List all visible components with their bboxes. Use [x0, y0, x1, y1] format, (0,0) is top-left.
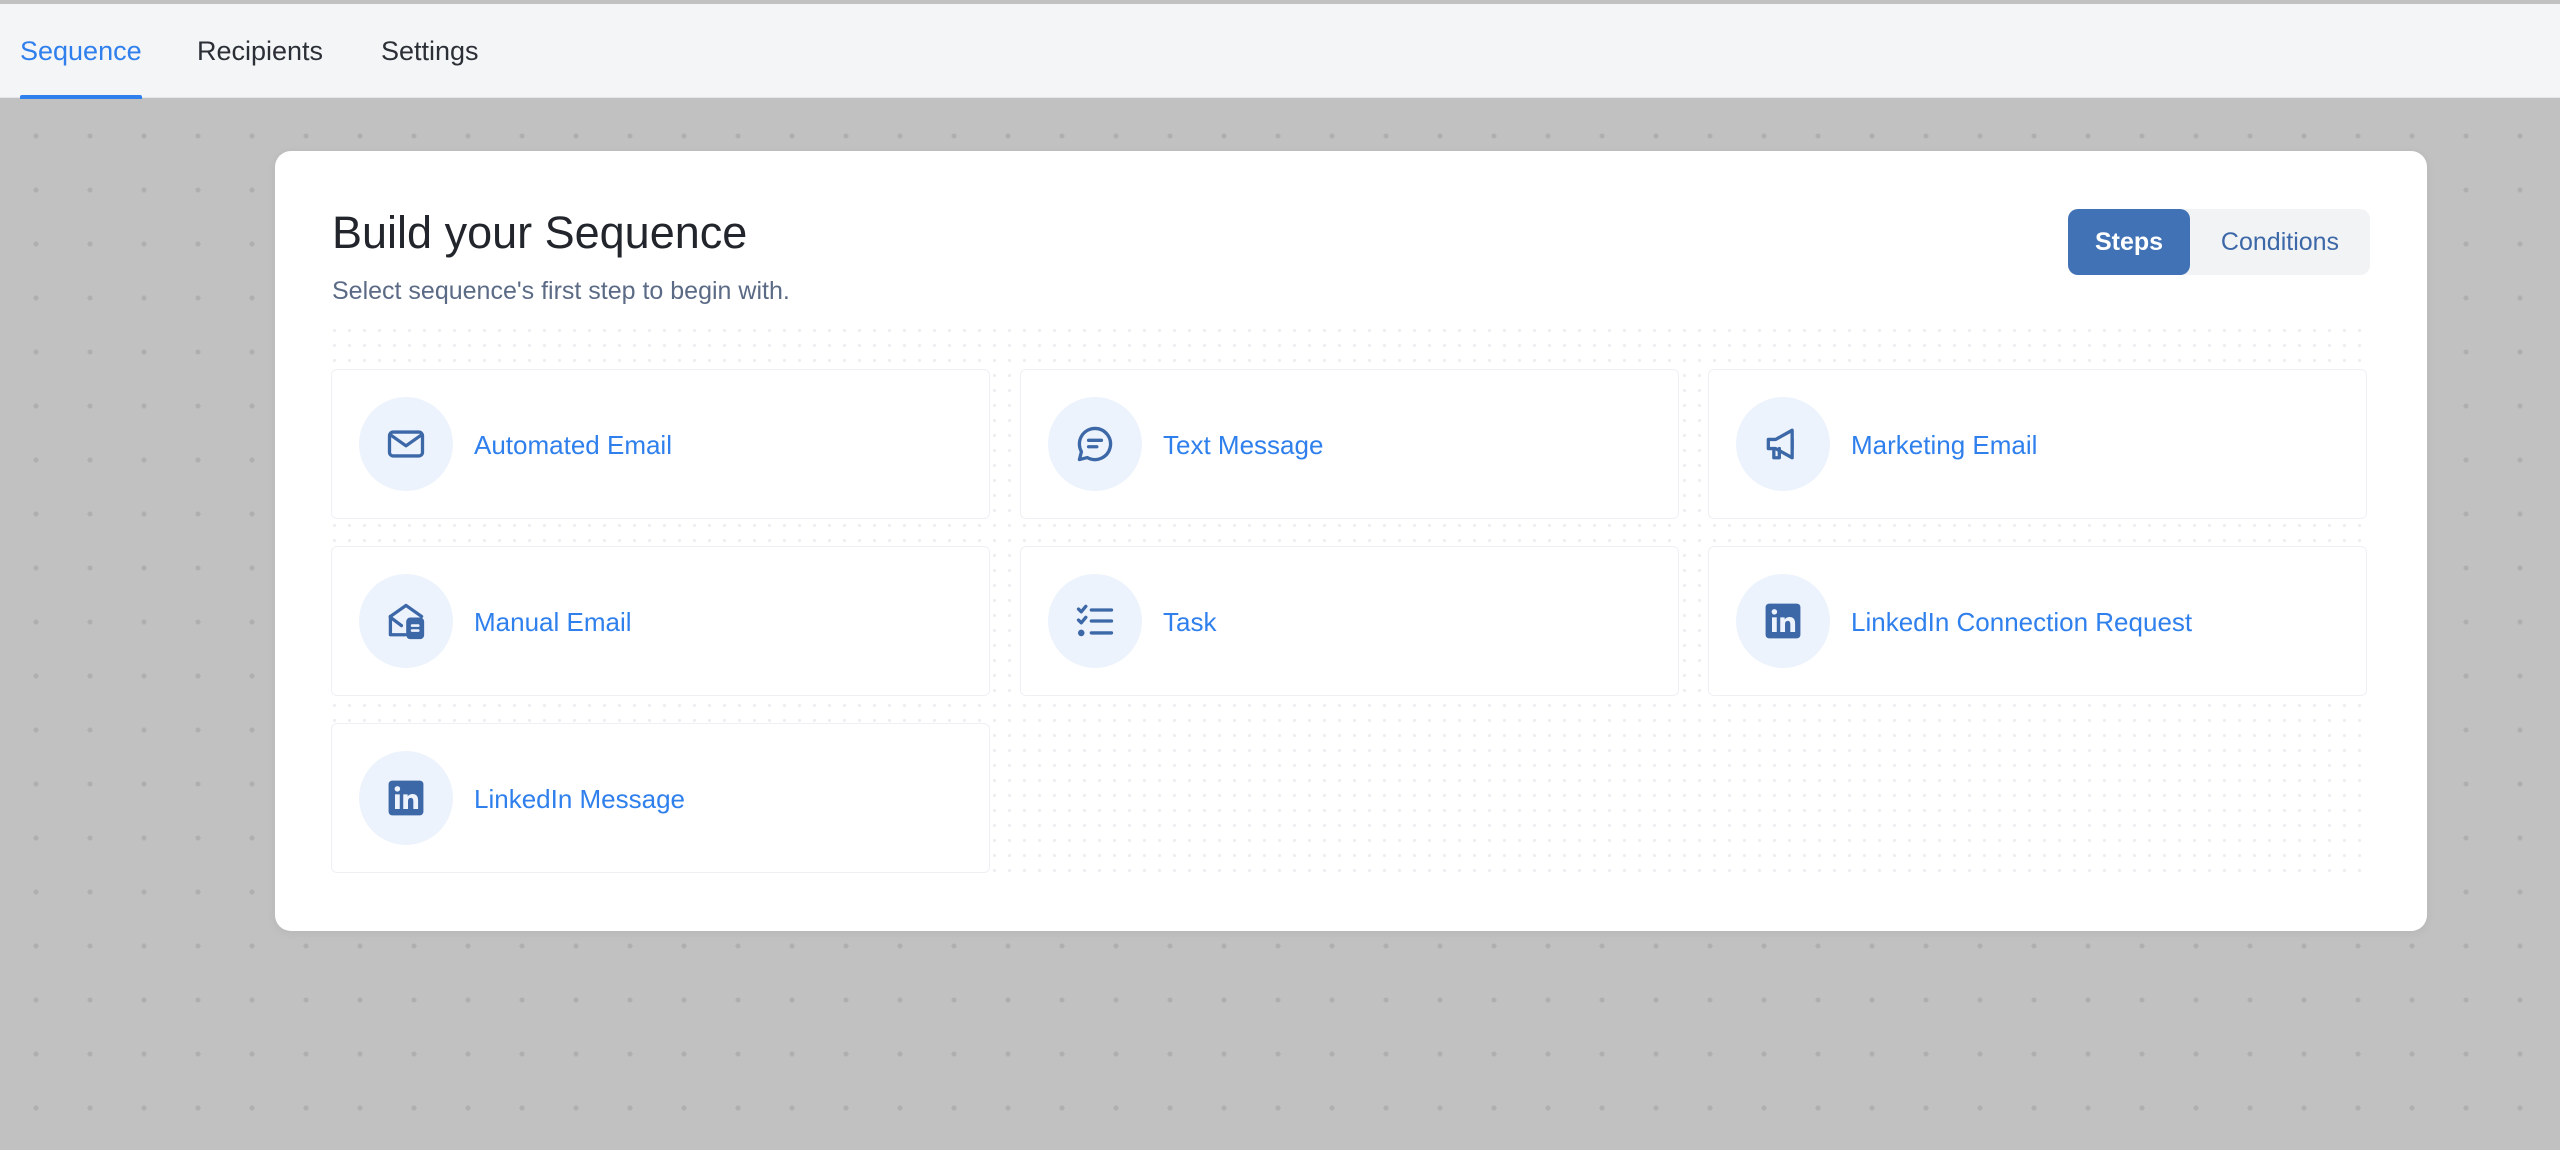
step-label: LinkedIn Connection Request — [1851, 607, 2193, 637]
linkedin-icon — [1765, 603, 1801, 639]
step-card-text-message[interactable]: Text Message — [1020, 369, 1679, 519]
step-label: Text Message — [1163, 430, 1324, 460]
step-icon-circle — [1736, 397, 1830, 491]
step-icon-circle — [1048, 397, 1142, 491]
step-card-automated-email[interactable]: Automated Email — [331, 369, 990, 519]
linkedin-icon — [388, 780, 424, 816]
megaphone-icon — [1766, 428, 1794, 460]
chat-bubble-icon — [1077, 426, 1113, 462]
step-icon-circle — [359, 574, 453, 668]
step-card-linkedin-message[interactable]: LinkedIn Message — [331, 723, 990, 873]
task-list-icon — [1076, 604, 1114, 637]
step-card-marketing-email[interactable]: Marketing Email — [1708, 369, 2367, 519]
top-nav: Sequence Recipients Settings — [0, 4, 2560, 99]
tab-sequence[interactable]: Sequence — [20, 4, 142, 99]
step-label: Task — [1163, 607, 1217, 637]
step-label: Marketing Email — [1851, 430, 2038, 460]
step-icon-circle — [359, 751, 453, 845]
tab-recipients[interactable]: Recipients — [197, 4, 323, 98]
manual-email-icon — [388, 603, 425, 640]
step-icon-circle — [359, 397, 453, 491]
step-cards-layer: Automated Email Text Message Marketing E… — [275, 151, 2427, 931]
step-icon-circle — [1736, 574, 1830, 668]
tab-settings[interactable]: Settings — [381, 4, 479, 98]
step-label: Automated Email — [474, 430, 672, 460]
step-card-task[interactable]: Task — [1020, 546, 1679, 696]
step-card-linkedin-connection-request[interactable]: LinkedIn Connection Request — [1708, 546, 2367, 696]
step-icon-circle — [1048, 574, 1142, 668]
step-label: LinkedIn Message — [474, 784, 686, 814]
envelope-icon — [387, 430, 425, 458]
step-card-manual-email[interactable]: Manual Email — [331, 546, 990, 696]
step-label: Manual Email — [474, 607, 632, 637]
